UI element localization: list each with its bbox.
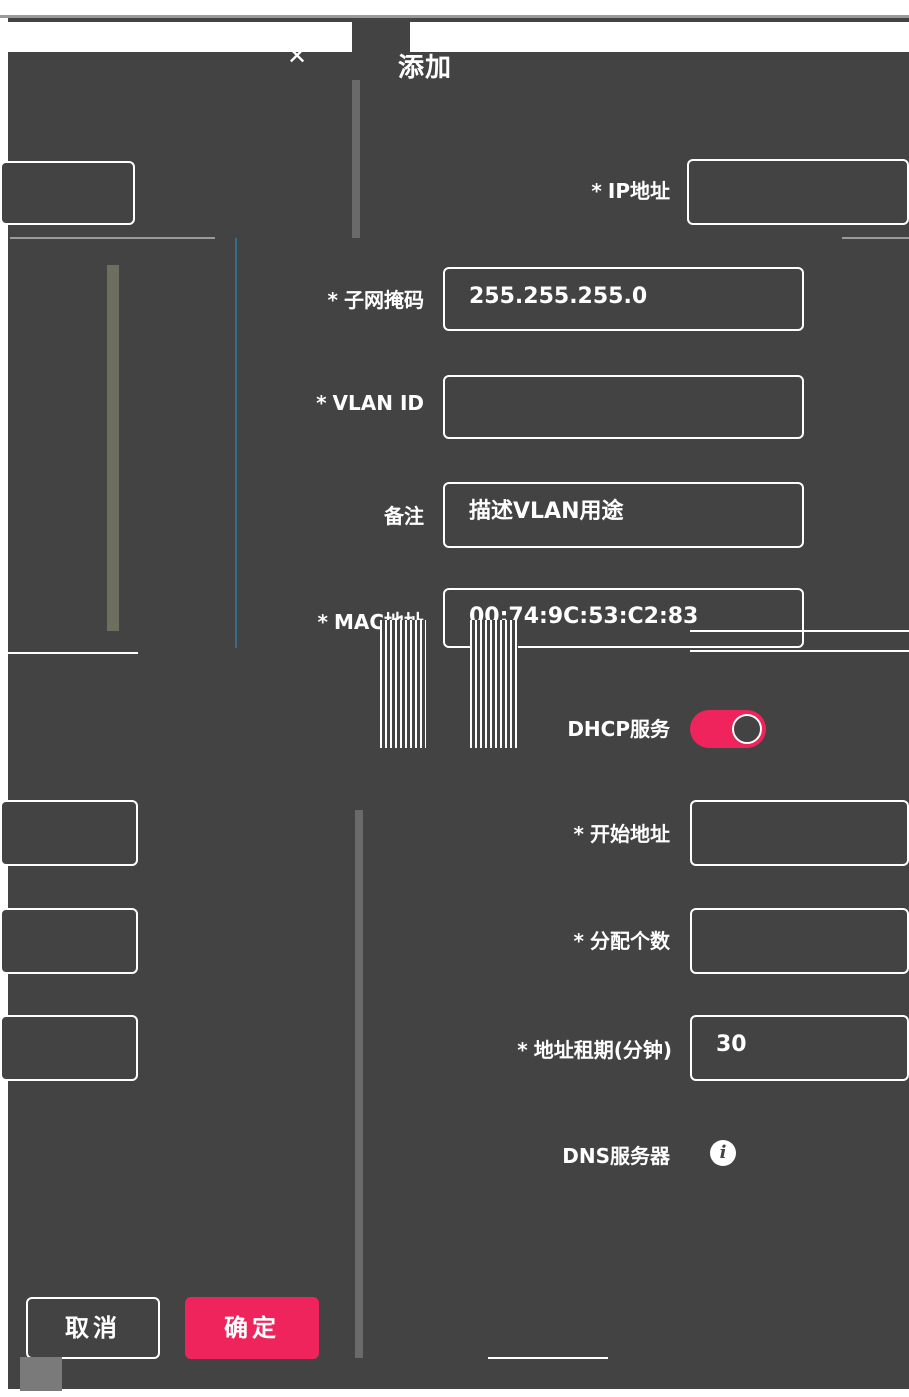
vlan-label-text: VLAN ID xyxy=(332,391,424,415)
scrollbar-track[interactable] xyxy=(107,265,119,631)
vlan-input[interactable] xyxy=(443,375,804,439)
vlan-required-mark: * xyxy=(316,391,327,415)
start-required-mark: * xyxy=(573,822,584,846)
right-top-line xyxy=(842,237,909,239)
lease-input[interactable]: 30 xyxy=(690,1015,909,1081)
dhcp-label: DHCP服务 xyxy=(567,717,670,741)
left-divider-line xyxy=(0,652,138,654)
ip-label: * IP地址 xyxy=(460,175,670,204)
footer-line xyxy=(488,1357,608,1359)
left-top-line xyxy=(10,237,215,239)
info-icon[interactable]: i xyxy=(710,1140,736,1166)
confirm-button[interactable]: 确定 xyxy=(185,1297,319,1359)
remark-input[interactable]: 描述VLAN用途 xyxy=(443,482,804,548)
dns-label: DNS服务器 xyxy=(562,1144,670,1168)
left-input-3[interactable] xyxy=(0,908,138,974)
alloc-required-mark: * xyxy=(573,929,584,953)
left-input-2[interactable] xyxy=(0,800,138,866)
left-input-4[interactable] xyxy=(0,1015,138,1081)
toggle-knob xyxy=(732,714,762,744)
lease-label-text: 地址租期(分钟) xyxy=(533,1038,672,1062)
subnet-input[interactable]: 255.255.255.0 xyxy=(443,267,804,331)
top-bar xyxy=(0,0,909,18)
start-address-input[interactable] xyxy=(690,800,909,866)
cancel-button[interactable]: 取消 xyxy=(26,1297,160,1359)
remark-label: 备注 xyxy=(384,504,424,528)
close-icon[interactable]: ✕ xyxy=(287,44,307,68)
vlan-label: * VLAN ID xyxy=(230,391,424,415)
dialog-title: 添加 xyxy=(398,53,453,83)
mac-overlay-line xyxy=(690,630,909,632)
render-artifact-1 xyxy=(380,620,426,748)
alloc-count-input[interactable] xyxy=(690,908,909,974)
alloc-label-text: 分配个数 xyxy=(590,929,670,953)
scroll-divider-top xyxy=(352,80,360,238)
lease-required-mark: * xyxy=(517,1038,528,1062)
title-tab xyxy=(352,18,410,52)
scroll-divider-bottom xyxy=(355,810,363,1358)
tab-strip-right xyxy=(410,22,909,52)
alloc-count-label: * 分配个数 xyxy=(460,925,670,954)
left-input-1[interactable] xyxy=(0,161,135,225)
mac-required-mark: * xyxy=(317,610,328,634)
start-address-label: * 开始地址 xyxy=(460,818,670,847)
corner-handle xyxy=(20,1357,62,1391)
subnet-label-text: 子网掩码 xyxy=(344,288,424,312)
mac-overlay-line-2 xyxy=(690,650,909,652)
subnet-label: * 子网掩码 xyxy=(230,284,424,313)
dhcp-toggle[interactable] xyxy=(690,710,766,748)
start-label-text: 开始地址 xyxy=(590,822,670,846)
lease-label: * 地址租期(分钟) xyxy=(420,1034,672,1063)
ip-required-mark: * xyxy=(591,179,602,203)
ip-label-text: IP地址 xyxy=(607,179,670,203)
subnet-required-mark: * xyxy=(327,288,338,312)
ip-input[interactable] xyxy=(687,159,909,225)
